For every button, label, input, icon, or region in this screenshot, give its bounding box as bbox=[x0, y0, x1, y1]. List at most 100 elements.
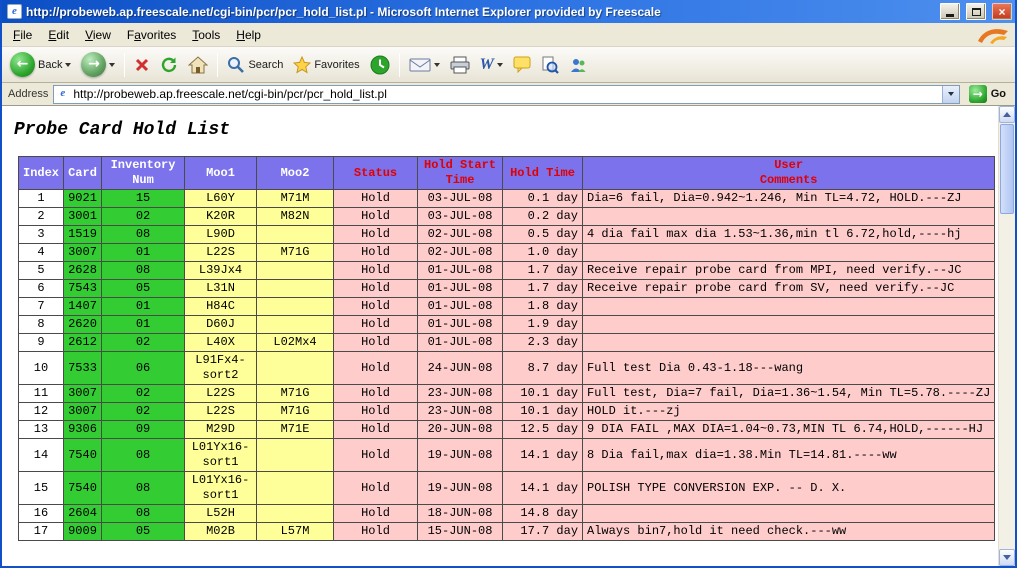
search-button[interactable]: Search bbox=[223, 54, 287, 76]
table-cell: D60J bbox=[185, 316, 257, 334]
research-button[interactable] bbox=[537, 54, 563, 76]
table-cell: 01-JUL-08 bbox=[418, 262, 503, 280]
table-cell: Hold bbox=[334, 472, 418, 505]
forward-dropdown-icon[interactable] bbox=[109, 63, 115, 67]
table-cell: 01-JUL-08 bbox=[418, 280, 503, 298]
toolbar-separator bbox=[217, 53, 218, 77]
print-button[interactable] bbox=[446, 54, 474, 76]
mail-button[interactable] bbox=[405, 55, 444, 75]
table-cell: Hold bbox=[334, 421, 418, 439]
vertical-scrollbar[interactable] bbox=[998, 106, 1015, 566]
discuss-button[interactable] bbox=[509, 54, 535, 75]
menu-item-view[interactable]: View bbox=[77, 25, 119, 45]
minimize-button[interactable] bbox=[940, 3, 960, 20]
edit-with-word-button[interactable]: W bbox=[476, 55, 507, 75]
table-row: 16260408L52HHold18-JUN-0814.8 day bbox=[19, 505, 995, 523]
scrollbar-thumb[interactable] bbox=[1000, 124, 1014, 214]
table-cell: 19-JUN-08 bbox=[418, 439, 503, 472]
table-cell: M82N bbox=[257, 208, 334, 226]
back-button[interactable]: ← Back bbox=[6, 50, 75, 79]
table-cell: L31N bbox=[185, 280, 257, 298]
menu-item-edit[interactable]: Edit bbox=[40, 25, 77, 45]
table-row: 10753306L91Fx4-sort2Hold24-JUN-088.7 day… bbox=[19, 352, 995, 385]
table-cell: Hold bbox=[334, 298, 418, 316]
table-cell: 3007 bbox=[64, 244, 102, 262]
table-row: 5262808L39Jx4Hold01-JUL-081.7 dayReceive… bbox=[19, 262, 995, 280]
maximize-icon bbox=[972, 8, 981, 16]
address-input[interactable]: e http://probeweb.ap.freescale.net/cgi-b… bbox=[53, 85, 959, 104]
refresh-button[interactable] bbox=[156, 54, 182, 76]
table-cell: Hold bbox=[334, 403, 418, 421]
table-cell bbox=[583, 316, 995, 334]
table-cell: Hold bbox=[334, 352, 418, 385]
stop-button[interactable] bbox=[130, 55, 154, 75]
scroll-up-button[interactable] bbox=[999, 106, 1015, 123]
table-cell: POLISH TYPE CONVERSION EXP. -- D. X. bbox=[583, 472, 995, 505]
table-cell: M02B bbox=[185, 523, 257, 541]
table-cell bbox=[583, 208, 995, 226]
edit-dropdown-icon[interactable] bbox=[497, 63, 503, 67]
table-cell: 7543 bbox=[64, 280, 102, 298]
menu-item-help[interactable]: Help bbox=[228, 25, 269, 45]
table-cell: 08 bbox=[102, 472, 185, 505]
forward-button[interactable]: → bbox=[77, 50, 119, 79]
back-dropdown-icon[interactable] bbox=[65, 63, 71, 67]
table-cell: 2604 bbox=[64, 505, 102, 523]
menu-item-file[interactable]: File bbox=[5, 25, 40, 45]
table-cell: 13 bbox=[19, 421, 64, 439]
table-cell: HOLD it.---zj bbox=[583, 403, 995, 421]
word-icon: W bbox=[480, 57, 494, 73]
table-cell: 7 bbox=[19, 298, 64, 316]
table-cell: 3007 bbox=[64, 385, 102, 403]
address-dropdown-button[interactable] bbox=[942, 86, 959, 103]
table-cell: Hold bbox=[334, 439, 418, 472]
table-cell: M71G bbox=[257, 385, 334, 403]
table-row: 17900905M02BL57MHold15-JUN-0817.7 dayAlw… bbox=[19, 523, 995, 541]
table-cell: 7533 bbox=[64, 352, 102, 385]
table-cell: 2612 bbox=[64, 334, 102, 352]
table-cell: H84C bbox=[185, 298, 257, 316]
table-cell: 05 bbox=[102, 523, 185, 541]
maximize-button[interactable] bbox=[966, 3, 986, 20]
column-header: Index bbox=[19, 157, 64, 190]
favorites-button[interactable]: Favorites bbox=[289, 54, 363, 76]
table-cell bbox=[257, 316, 334, 334]
table-cell: 6 bbox=[19, 280, 64, 298]
table-cell: Hold bbox=[334, 190, 418, 208]
close-button[interactable]: × bbox=[992, 3, 1012, 20]
table-cell: 17.7 day bbox=[503, 523, 583, 541]
freescale-logo bbox=[976, 25, 1010, 45]
table-cell bbox=[257, 352, 334, 385]
stop-icon bbox=[134, 57, 150, 73]
page-content: Probe Card Hold List IndexCardInventory … bbox=[2, 106, 1015, 566]
mail-dropdown-icon[interactable] bbox=[434, 63, 440, 67]
table-cell: 9009 bbox=[64, 523, 102, 541]
column-header: Hold Time bbox=[503, 157, 583, 190]
table-cell: L02Mx4 bbox=[257, 334, 334, 352]
table-cell: Always bin7,hold it need check.---ww bbox=[583, 523, 995, 541]
table-row: 8262001D60JHold01-JUL-081.9 day bbox=[19, 316, 995, 334]
table-cell bbox=[257, 262, 334, 280]
header-row: IndexCardInventory NumMoo1Moo2StatusHold… bbox=[19, 157, 995, 190]
menu-item-favorites[interactable]: Favorites bbox=[119, 25, 184, 45]
home-button[interactable] bbox=[184, 54, 212, 76]
menu-bar-items: FileEditViewFavoritesToolsHelp bbox=[5, 25, 269, 45]
window-title: http://probeweb.ap.freescale.net/cgi-bin… bbox=[26, 5, 934, 19]
table-cell: 9306 bbox=[64, 421, 102, 439]
table-cell: Hold bbox=[334, 262, 418, 280]
history-button[interactable] bbox=[366, 53, 394, 77]
refresh-icon bbox=[160, 56, 178, 74]
scroll-down-button[interactable] bbox=[999, 549, 1015, 566]
table-cell: 5 bbox=[19, 262, 64, 280]
go-button[interactable]: → Go bbox=[965, 84, 1010, 104]
menu-item-tools[interactable]: Tools bbox=[184, 25, 228, 45]
column-header: User Comments bbox=[583, 157, 995, 190]
table-cell: 16 bbox=[19, 505, 64, 523]
table-row: 3151908L90DHold02-JUL-080.5 day4 dia fai… bbox=[19, 226, 995, 244]
title-bar[interactable]: e http://probeweb.ap.freescale.net/cgi-b… bbox=[2, 0, 1015, 23]
scrollbar-track[interactable] bbox=[999, 215, 1015, 549]
toolbar: ← Back → Search Favorites bbox=[2, 47, 1015, 83]
table-cell: L40X bbox=[185, 334, 257, 352]
column-header: Status bbox=[334, 157, 418, 190]
messenger-button[interactable] bbox=[565, 54, 591, 76]
